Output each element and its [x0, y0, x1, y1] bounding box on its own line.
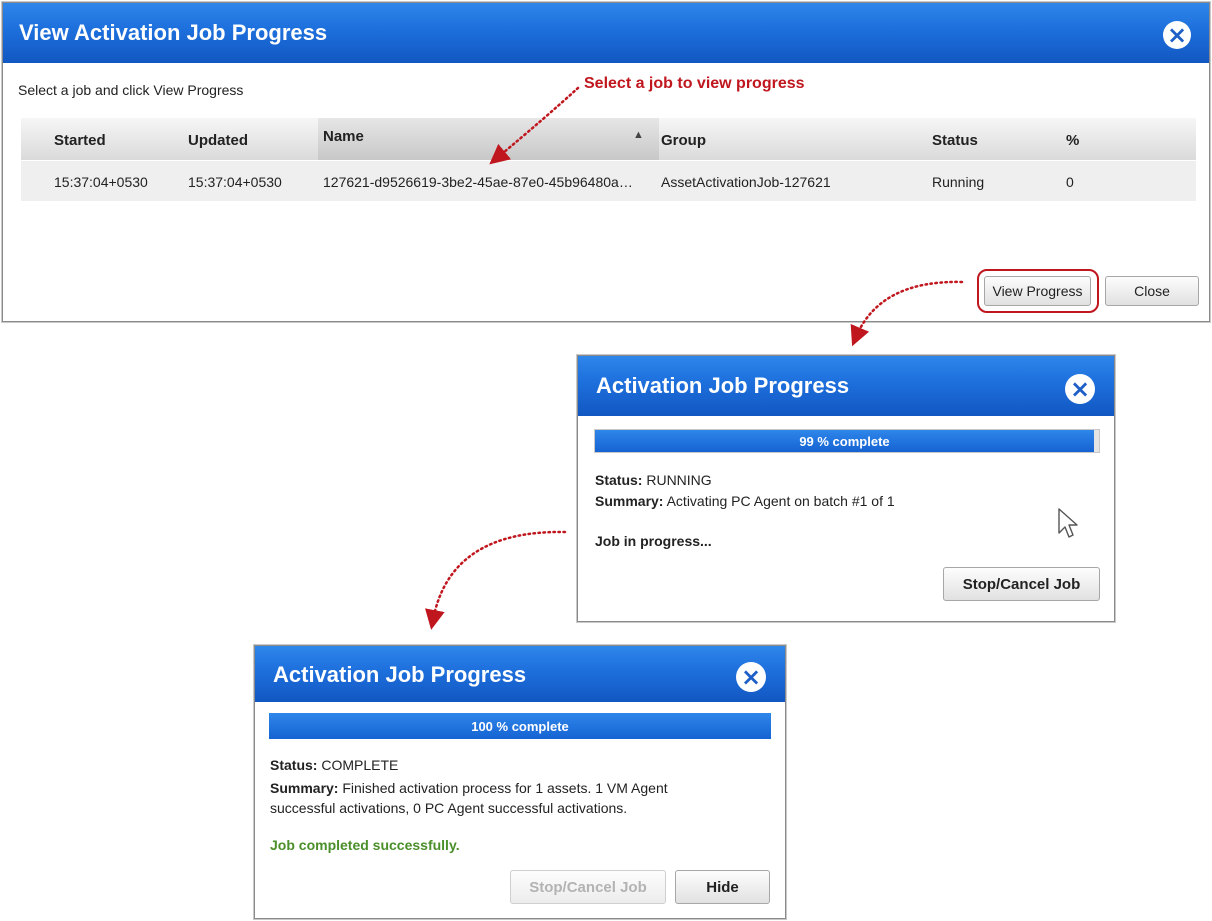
col-group[interactable]: Group: [661, 132, 706, 149]
view-activation-dialog: View Activation Job Progress × Select a …: [2, 2, 1210, 322]
summary-line: Summary: Finished activation process for…: [270, 778, 668, 818]
job-message: Job in progress...: [595, 533, 712, 549]
status-line: Status: RUNNING: [595, 472, 712, 488]
close-icon[interactable]: ×: [1163, 21, 1191, 49]
progress-dialog-running: Activation Job Progress × 99 % complete …: [577, 355, 1115, 622]
table-row[interactable]: 15:37:04+0530 15:37:04+0530 127621-d9526…: [21, 161, 1196, 201]
progress-title: Activation Job Progress: [596, 373, 850, 398]
instruction-text: Select a job and click View Progress: [18, 82, 244, 98]
col-percent[interactable]: %: [1066, 132, 1079, 149]
progress-label: 100 % complete: [471, 718, 569, 734]
stop-cancel-button[interactable]: Stop/Cancel Job: [943, 567, 1100, 601]
col-status[interactable]: Status: [932, 132, 978, 149]
summary-line: Summary: Activating PC Agent on batch #1…: [595, 493, 895, 509]
close-glyph: ×: [740, 663, 762, 691]
cell-percent: 0: [1066, 174, 1074, 190]
col-updated[interactable]: Updated: [188, 132, 248, 149]
progress-dialog-complete: Activation Job Progress × 100 % complete…: [254, 645, 786, 919]
summary-label: Summary:: [595, 493, 664, 509]
cell-started: 15:37:04+0530: [54, 174, 148, 190]
progress-bar: 100 % complete: [269, 713, 771, 739]
hide-button[interactable]: Hide: [675, 870, 770, 904]
progress-titlebar: Activation Job Progress ×: [578, 356, 1114, 416]
stop-cancel-button-disabled: Stop/Cancel Job: [510, 870, 666, 904]
summary-value-cont: successful activations, 0 PC Agent succe…: [270, 800, 628, 816]
dialog-title: View Activation Job Progress: [19, 20, 328, 45]
progress-titlebar: Activation Job Progress ×: [255, 646, 785, 702]
summary-value: Activating PC Agent on batch #1 of 1: [666, 493, 895, 509]
cell-status: Running: [932, 174, 985, 190]
summary-label: Summary:: [270, 780, 339, 796]
status-value: RUNNING: [646, 472, 712, 488]
progress-label: 99 % complete: [799, 433, 890, 449]
progress-title: Activation Job Progress: [273, 662, 527, 687]
name-column-sorted-bg: [318, 118, 659, 160]
close-button[interactable]: Close: [1105, 276, 1199, 306]
sort-ascending-icon[interactable]: ▲: [633, 129, 644, 141]
progress-track: 100 % complete: [269, 713, 771, 739]
jobs-table-header: Started Updated Name ▲ Group Status %: [21, 118, 1196, 160]
cell-updated: 15:37:04+0530: [188, 174, 282, 190]
cell-group: AssetActivationJob-127621: [661, 174, 831, 190]
view-progress-button[interactable]: View Progress: [984, 276, 1091, 306]
col-started[interactable]: Started: [54, 132, 106, 149]
pointer-cursor-icon: [1058, 508, 1078, 538]
status-label: Status:: [270, 757, 318, 773]
close-glyph: ×: [1166, 21, 1188, 49]
close-icon[interactable]: ×: [1065, 374, 1095, 404]
progress-bar: 99 % complete: [595, 430, 1094, 452]
arrow-to-complete-dialog: [425, 530, 567, 630]
status-line: Status: COMPLETE: [270, 757, 398, 773]
close-glyph: ×: [1069, 375, 1091, 403]
status-label: Status:: [595, 472, 643, 488]
cell-name: 127621-d9526619-3be2-45ae-87e0-45b96480a…: [323, 174, 633, 190]
status-value: COMPLETE: [321, 757, 399, 773]
callout-select-job: Select a job to view progress: [584, 75, 805, 92]
col-name[interactable]: Name: [323, 128, 364, 145]
dialog-titlebar: View Activation Job Progress ×: [3, 3, 1209, 63]
job-success-message: Job completed successfully.: [270, 837, 460, 853]
progress-track: 99 % complete: [594, 429, 1100, 453]
summary-value: Finished activation process for 1 assets…: [342, 780, 668, 796]
close-icon[interactable]: ×: [736, 662, 766, 692]
